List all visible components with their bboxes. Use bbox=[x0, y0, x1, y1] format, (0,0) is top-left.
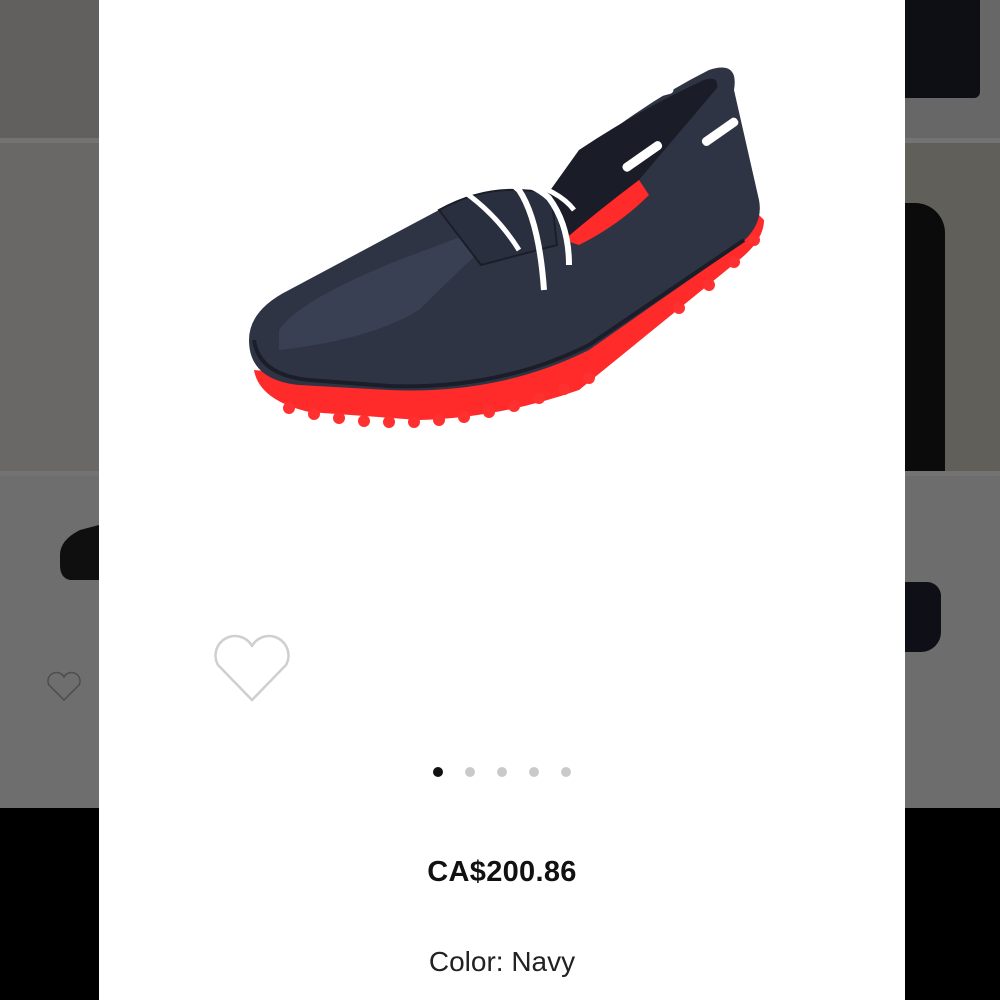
product-price: CA$200.86 bbox=[427, 856, 577, 888]
navy-driving-loafer-image bbox=[249, 67, 764, 428]
carousel-dot[interactable] bbox=[561, 767, 571, 777]
carousel-dot[interactable] bbox=[465, 767, 475, 777]
product-color: Color: Navy bbox=[428, 946, 576, 977]
product-quickview-modal: CA$200.86 Color: Navy bbox=[99, 0, 905, 1000]
carousel-dot[interactable] bbox=[433, 767, 443, 777]
add-to-wishlist-button[interactable] bbox=[209, 630, 295, 710]
image-carousel-pagination bbox=[99, 767, 905, 777]
heart-outline-icon bbox=[214, 634, 290, 702]
carousel-dot[interactable] bbox=[529, 767, 539, 777]
carousel-dot[interactable] bbox=[497, 767, 507, 777]
